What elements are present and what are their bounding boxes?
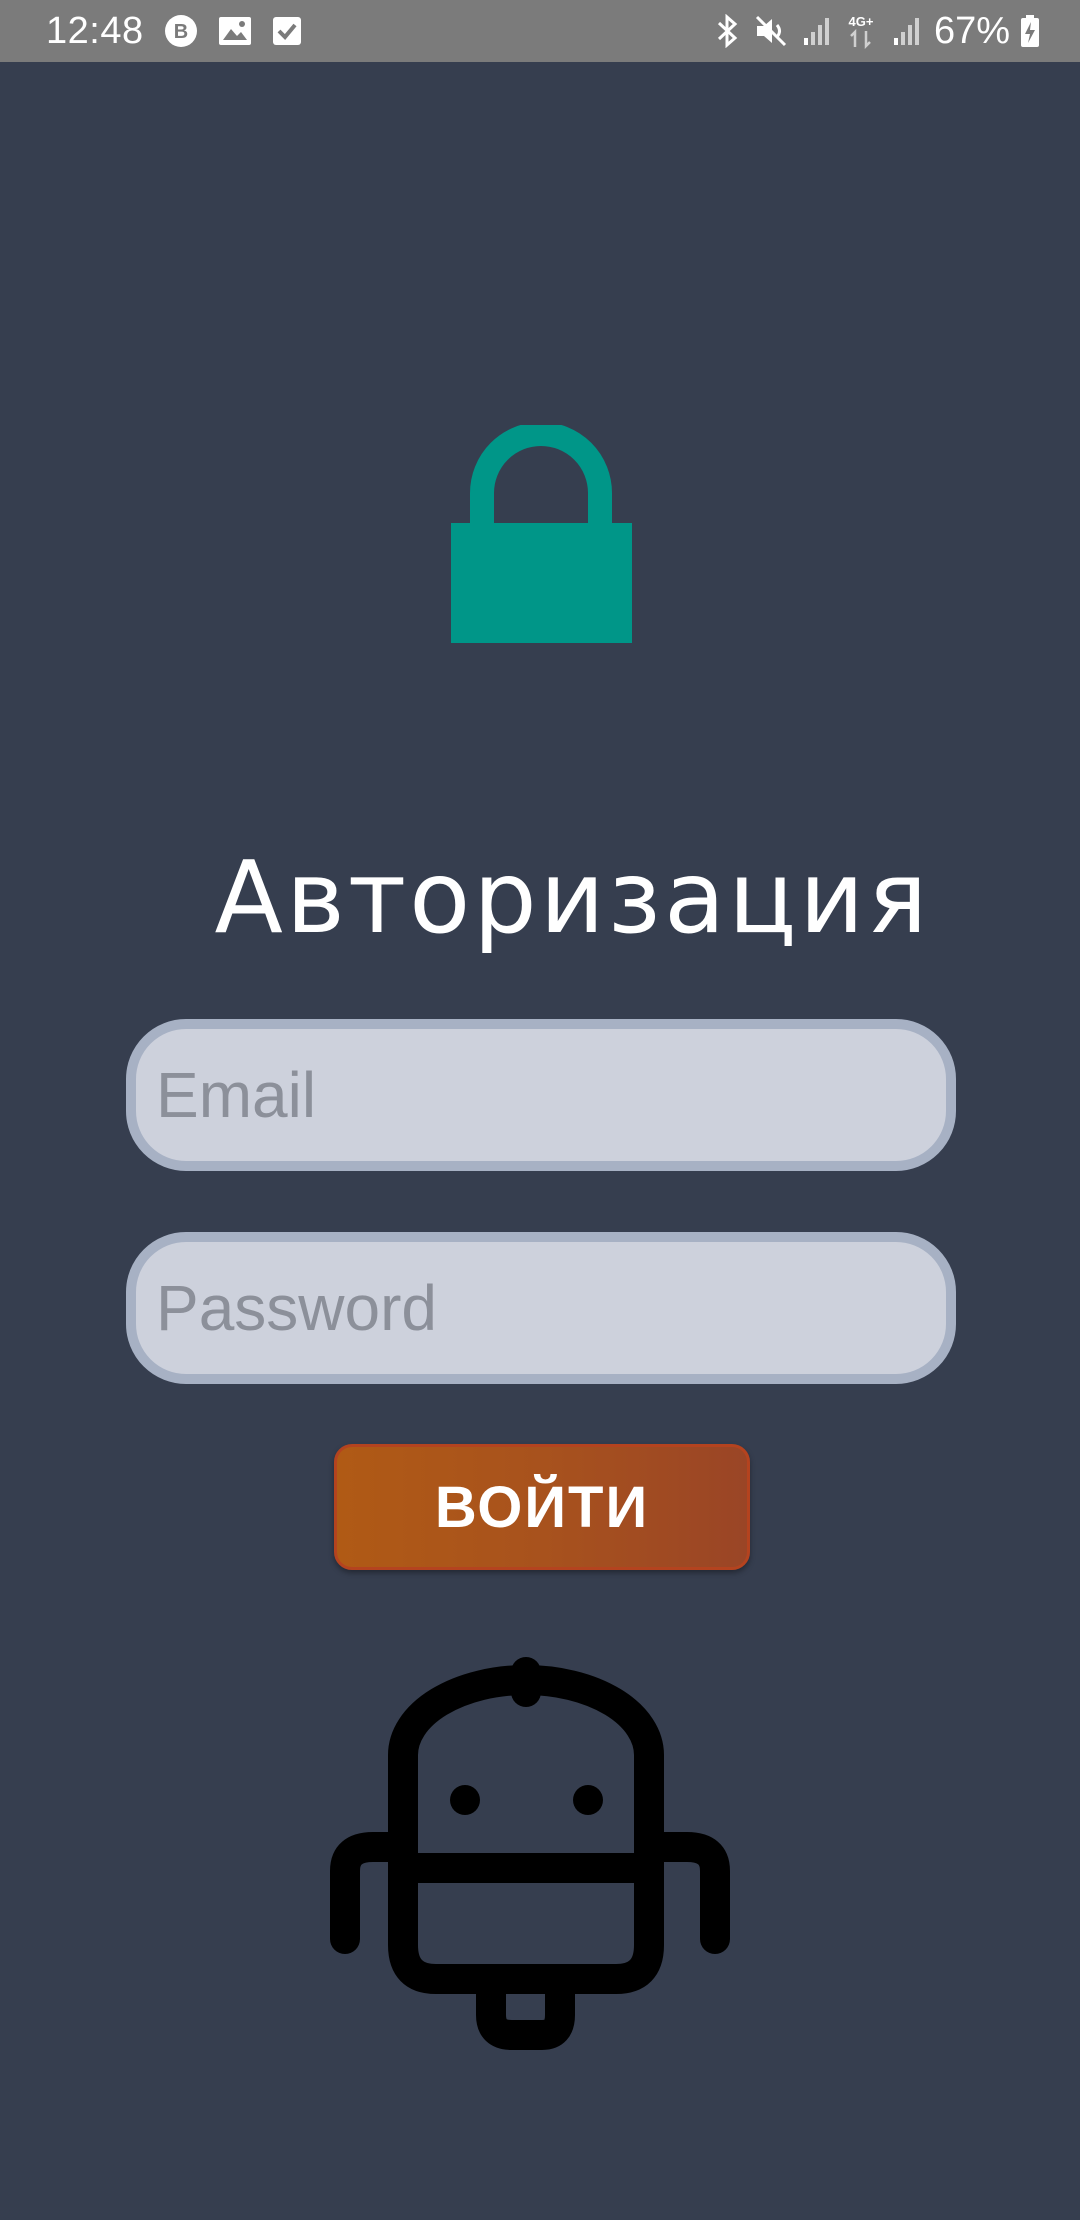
password-input[interactable] [126, 1232, 956, 1384]
bluetooth-icon [716, 14, 740, 48]
checkbox-icon [272, 16, 302, 46]
mute-icon [754, 14, 788, 48]
email-input[interactable] [126, 1019, 956, 1171]
status-bar: 12:48 B 4G+ 67% [0, 0, 1080, 62]
signal-icon [892, 16, 920, 46]
network-4g-icon: 4G+ [844, 13, 878, 49]
lock-icon [451, 422, 632, 643]
battery-charging-icon [1020, 14, 1040, 48]
login-button-label: ВОЙТИ [434, 1474, 650, 1540]
android-robot-icon [320, 1655, 740, 2065]
battery-percent: 67% [933, 9, 1010, 52]
page-title: Авторизация [214, 839, 931, 956]
status-bar-left: 12:48 B [46, 0, 302, 62]
vk-icon: B [164, 14, 198, 48]
svg-text:4G+: 4G+ [848, 14, 873, 29]
status-bar-right: 4G+ 67% [702, 0, 1040, 62]
image-icon [218, 16, 252, 46]
svg-text:B: B [173, 21, 187, 43]
login-button[interactable]: ВОЙТИ [334, 1444, 750, 1570]
status-time: 12:48 [46, 9, 144, 52]
signal-icon [802, 16, 830, 46]
